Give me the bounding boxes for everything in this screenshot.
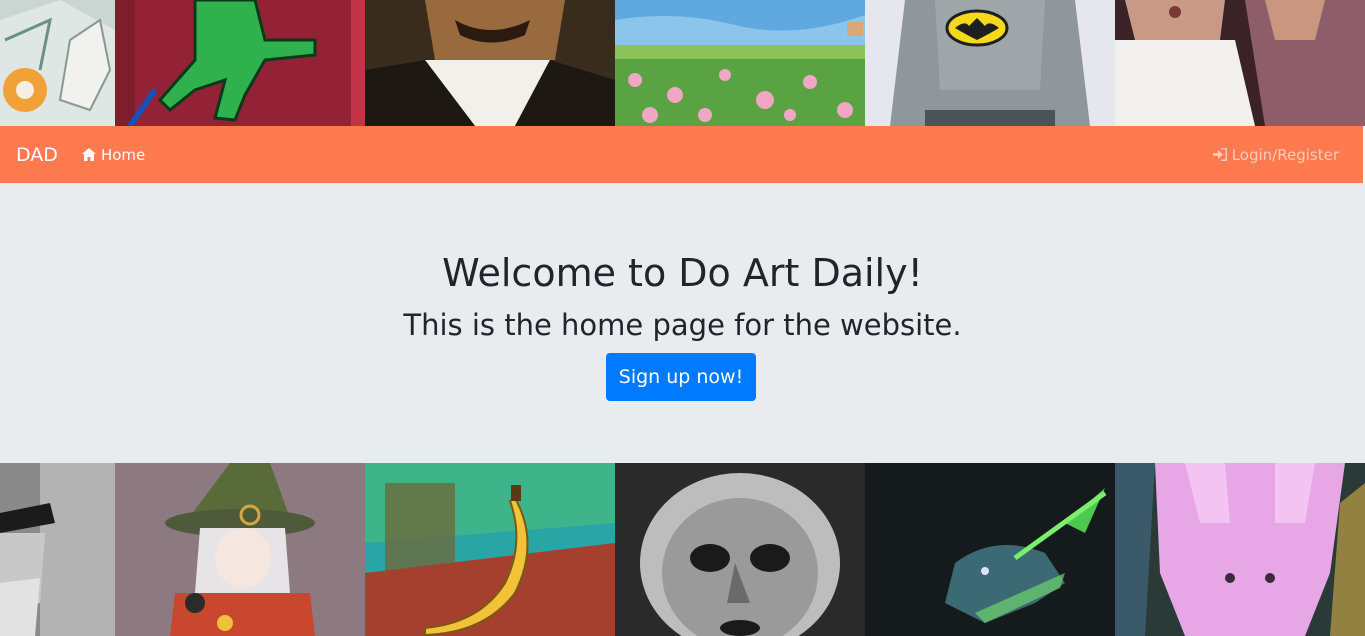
- mustache-portrait[interactable]: [365, 0, 615, 126]
- dragon-illustration[interactable]: [865, 463, 1115, 636]
- hero-title: Welcome to Do Art Daily!: [442, 251, 923, 295]
- bearded-man-drawing[interactable]: [0, 463, 115, 636]
- home-icon: [81, 148, 96, 161]
- pink-rabbit-painting[interactable]: [1115, 463, 1365, 636]
- navbar: DAD Home Login/Register: [0, 126, 1363, 183]
- monochrome-face-drawing[interactable]: [615, 463, 865, 636]
- sign-in-icon: [1212, 148, 1227, 161]
- brand-link[interactable]: DAD: [16, 144, 58, 166]
- two-women-painting[interactable]: [1115, 0, 1365, 126]
- hero-jumbotron: Welcome to Do Art Daily! This is the hom…: [0, 183, 1365, 463]
- bottom-art-strip: [0, 463, 1365, 636]
- signup-button[interactable]: Sign up now!: [606, 353, 756, 401]
- nav-login-link[interactable]: Login/Register: [1212, 126, 1339, 183]
- sketch-artwork[interactable]: [0, 0, 115, 126]
- hero-subtitle: This is the home page for the website.: [403, 308, 962, 342]
- witch-girl-illustration[interactable]: [115, 463, 365, 636]
- banana-painting[interactable]: [365, 463, 615, 636]
- nav-login-label: Login/Register: [1231, 145, 1339, 164]
- flower-field-painting[interactable]: [615, 0, 865, 126]
- nav-home-link[interactable]: Home: [81, 145, 146, 164]
- nav-home-label: Home: [100, 145, 146, 164]
- top-art-strip: [0, 0, 1365, 126]
- batman-figure[interactable]: [865, 0, 1115, 126]
- green-cat-artwork[interactable]: [115, 0, 365, 126]
